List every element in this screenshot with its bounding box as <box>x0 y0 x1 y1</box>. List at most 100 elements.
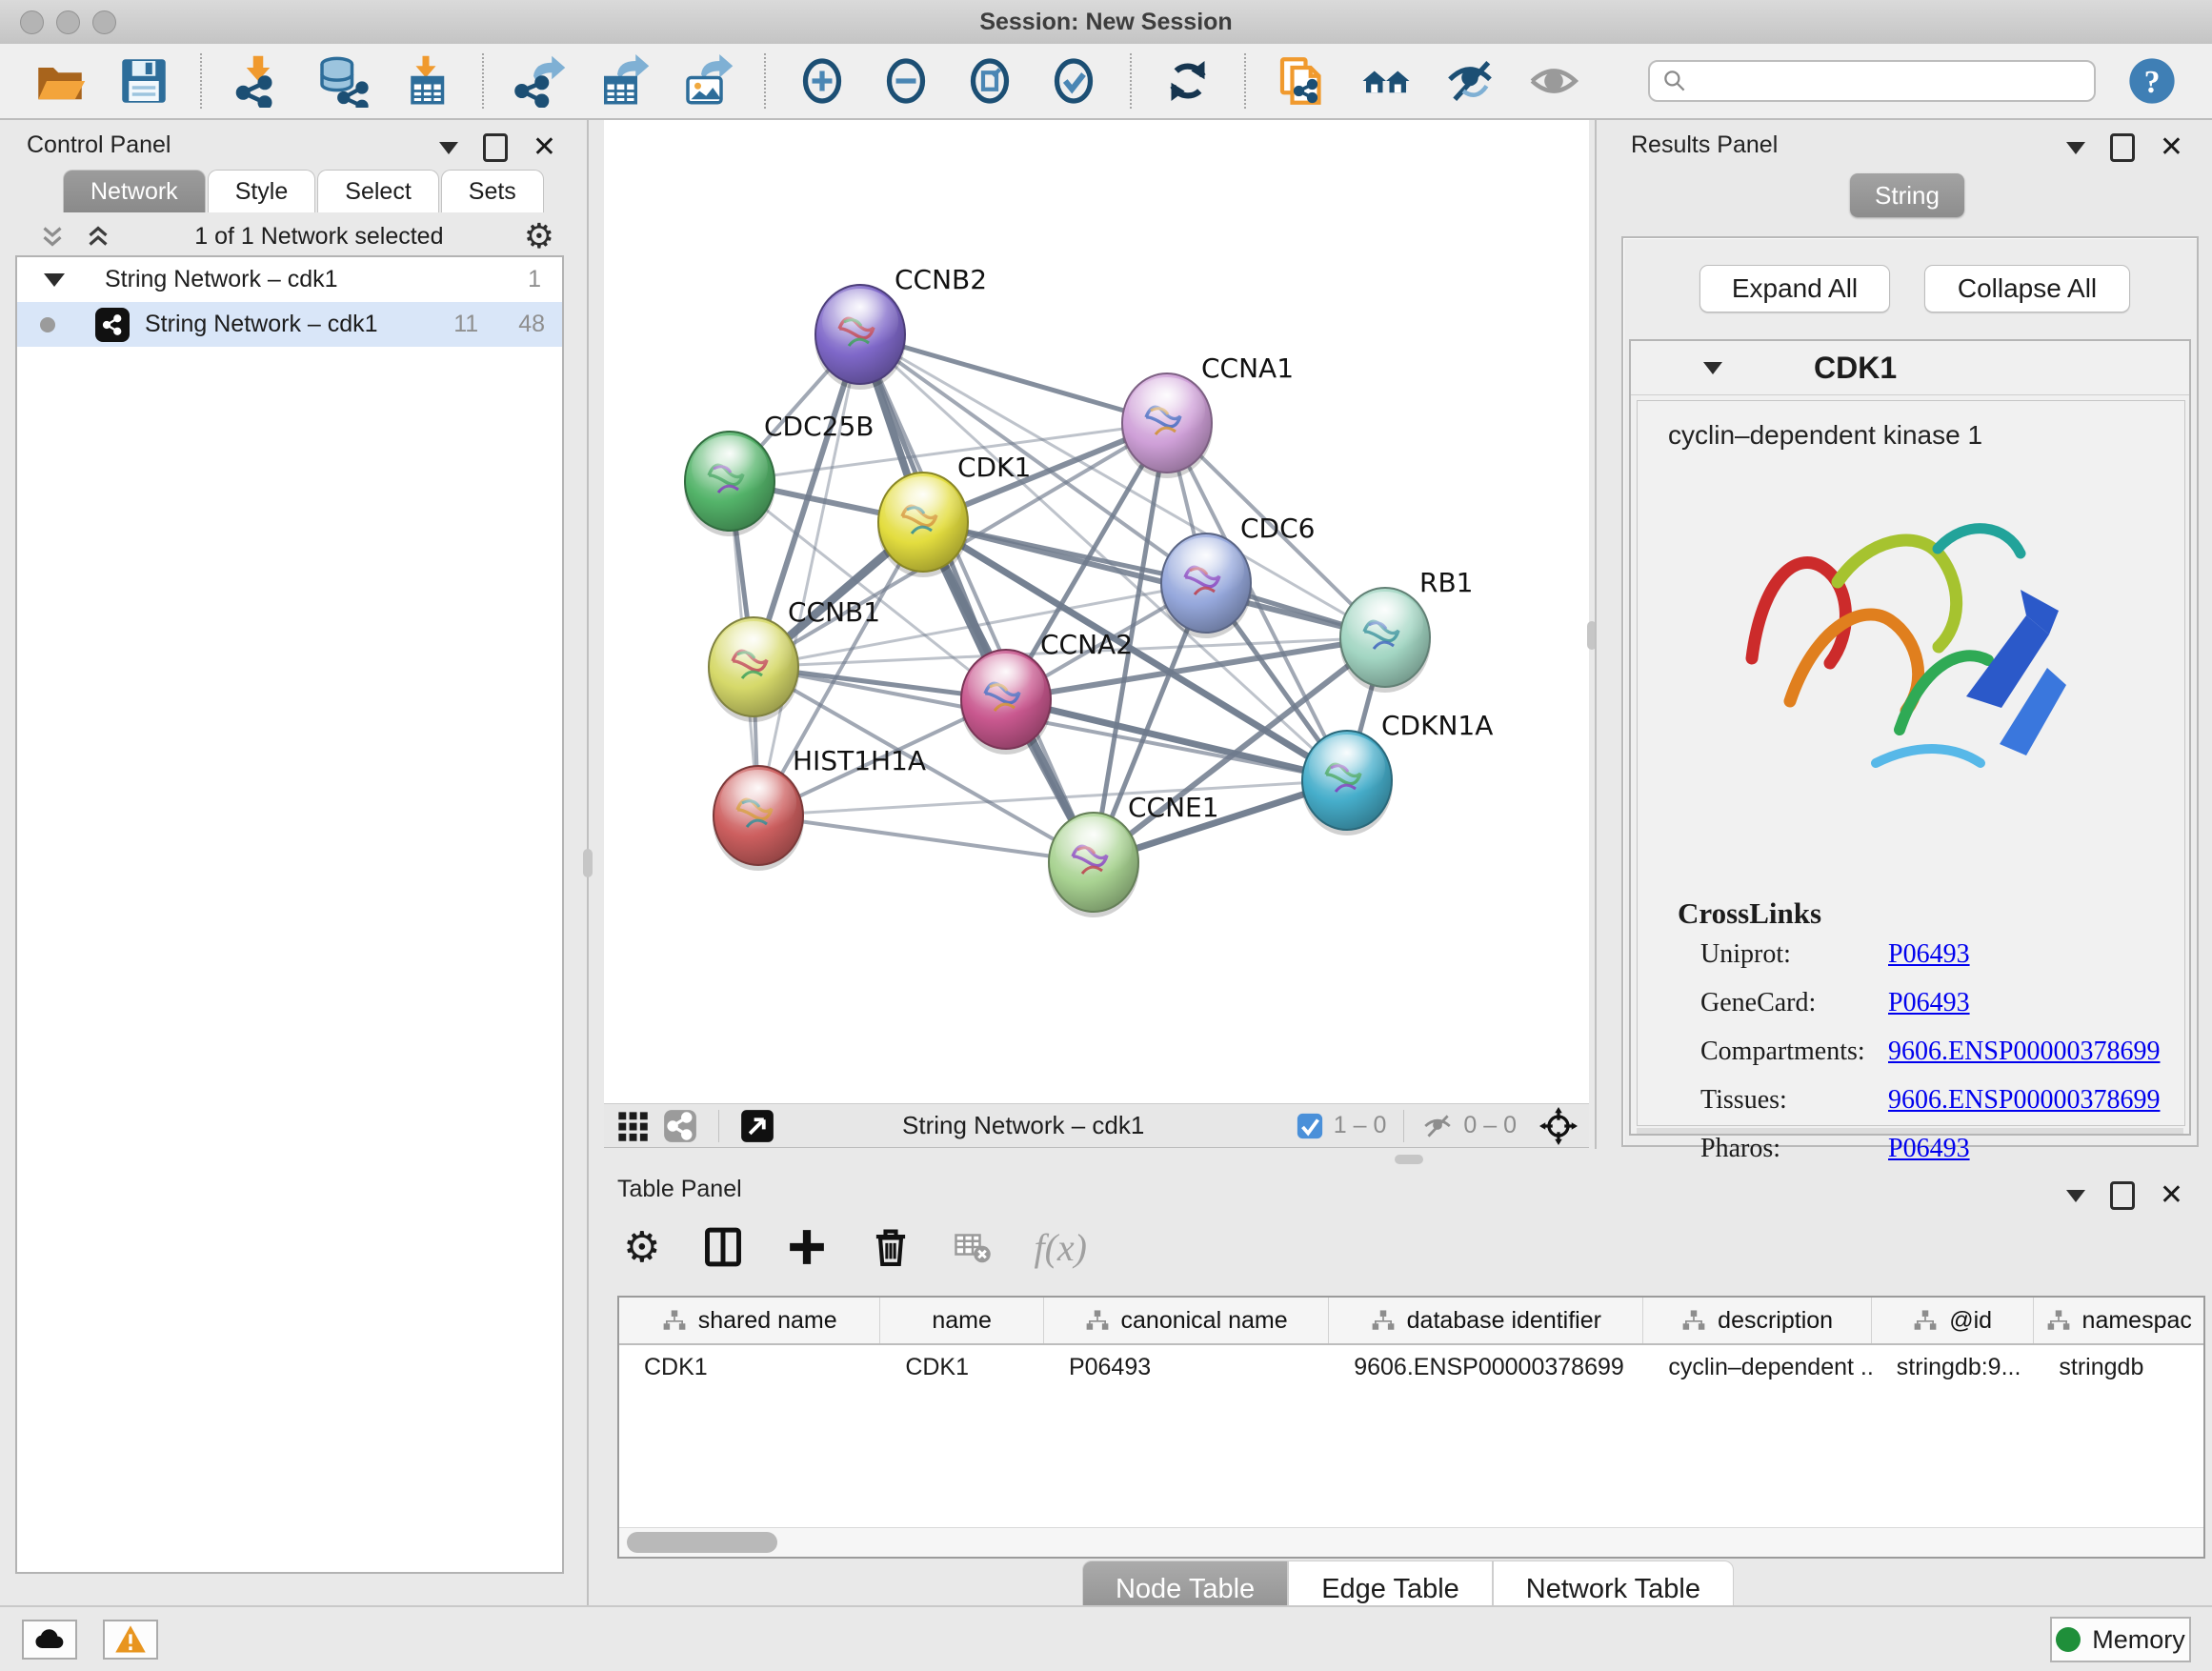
table-horizontal-scrollbar[interactable] <box>619 1527 2203 1557</box>
network-collection-row[interactable]: String Network – cdk1 1 <box>17 257 562 302</box>
crosslink-link[interactable]: P06493 <box>1888 988 1970 1017</box>
expand-all-button[interactable]: Expand All <box>1699 265 1890 312</box>
pan-crosshair-icon[interactable] <box>1539 1107 1578 1145</box>
import-network-file-icon[interactable] <box>231 53 286 109</box>
network-node-CCNB2[interactable] <box>814 285 906 390</box>
column-header[interactable]: @id <box>1872 1298 2035 1343</box>
close-panel-icon[interactable]: ✕ <box>533 136 556 159</box>
network-badge-icon[interactable] <box>663 1109 697 1143</box>
birds-eye-view-icon[interactable] <box>740 1109 774 1143</box>
tab-select[interactable]: Select <box>317 170 438 212</box>
cell-shared-name[interactable]: CDK1 <box>619 1345 880 1389</box>
network-options-gear-icon[interactable]: ⚙ <box>524 216 554 256</box>
toolbar-separator <box>1244 53 1246 109</box>
table-row[interactable]: CDK1 CDK1 P06493 9606.ENSP00000378699 cy… <box>619 1345 2203 1389</box>
column-header[interactable]: description <box>1643 1298 1871 1343</box>
export-network-icon[interactable] <box>513 53 568 109</box>
expand-all-icon[interactable] <box>82 220 114 252</box>
column-header[interactable]: shared name <box>619 1298 880 1343</box>
add-column-icon[interactable] <box>786 1226 828 1268</box>
zoom-out-icon[interactable] <box>878 53 934 109</box>
crosslink-link[interactable]: P06493 <box>1888 939 1970 969</box>
network-node-CCNA2[interactable] <box>960 650 1052 755</box>
export-table-icon[interactable] <box>596 53 652 109</box>
zoom-in-icon[interactable] <box>794 53 850 109</box>
tab-sets[interactable]: Sets <box>441 170 544 212</box>
crosslink-link[interactable]: P06493 <box>1888 1134 1970 1163</box>
show-all-icon[interactable] <box>1526 53 1581 109</box>
float-panel-icon[interactable] <box>2110 1181 2135 1210</box>
float-panel-icon[interactable] <box>2110 133 2135 162</box>
delete-table-icon[interactable] <box>954 1228 992 1266</box>
tab-style[interactable]: Style <box>208 170 316 212</box>
clone-network-icon[interactable] <box>1275 53 1330 109</box>
cell-name[interactable]: CDK1 <box>880 1345 1044 1389</box>
hidden-eye-icon[interactable] <box>1421 1110 1454 1142</box>
network-node-HIST1H1A[interactable] <box>713 766 804 871</box>
import-table-icon[interactable] <box>398 53 453 109</box>
hide-selection-icon[interactable] <box>1442 53 1498 109</box>
column-header[interactable]: name <box>880 1298 1044 1343</box>
collection-expander-icon[interactable] <box>44 273 65 287</box>
collapse-all-button[interactable]: Collapse All <box>1924 265 2130 312</box>
column-header[interactable]: namespac <box>2034 1298 2203 1343</box>
panel-menu-icon[interactable] <box>2066 1190 2085 1202</box>
table-panel: Table Panel ✕ ⚙ f(x) shared name name <box>604 1174 2212 1605</box>
selection-status: 1 of 1 Network selected <box>114 223 524 251</box>
panel-menu-icon[interactable] <box>439 142 458 154</box>
selected-checkbox-icon[interactable] <box>1296 1112 1324 1140</box>
cloud-status-button[interactable] <box>22 1620 77 1660</box>
show-columns-icon[interactable] <box>702 1226 744 1268</box>
tab-network[interactable]: Network <box>63 170 206 212</box>
memory-button[interactable]: Memory <box>2050 1617 2191 1662</box>
cdk1-card-header[interactable]: CDK1 <box>1631 341 2189 395</box>
delete-column-icon[interactable] <box>870 1226 912 1268</box>
cytoscape-window: Session: New Session <box>0 0 2212 1671</box>
column-header[interactable]: canonical name <box>1044 1298 1329 1343</box>
grid-view-icon[interactable] <box>615 1109 650 1143</box>
warnings-button[interactable] <box>103 1620 158 1660</box>
import-network-database-icon[interactable] <box>314 53 370 109</box>
network-node-CCNB1[interactable] <box>708 617 799 722</box>
export-image-icon[interactable] <box>680 53 735 109</box>
cell-namespace[interactable]: stringdb <box>2034 1345 2203 1389</box>
collapse-all-icon[interactable] <box>36 220 69 252</box>
apply-layout-icon[interactable] <box>1160 53 1216 109</box>
network-node-CCNA1[interactable] <box>1121 373 1213 478</box>
network-canvas[interactable]: CCNB2CCNA1CDC25BCDK1CDC6RB1CCNB1CCNA2CDK… <box>604 120 1589 1103</box>
help-icon[interactable]: ? <box>2124 53 2180 109</box>
zoom-selected-icon[interactable] <box>1046 53 1101 109</box>
search-input[interactable] <box>1696 67 2094 95</box>
network-node-CDK1[interactable] <box>877 473 969 577</box>
network-node-CCNE1[interactable] <box>1048 813 1139 917</box>
float-panel-icon[interactable] <box>483 133 508 162</box>
cell-description[interactable]: cyclin–dependent ... <box>1643 1345 1871 1389</box>
scrollbar-thumb[interactable] <box>627 1532 777 1553</box>
table-options-gear-icon[interactable]: ⚙ <box>623 1223 660 1272</box>
zoom-fit-icon[interactable] <box>962 53 1017 109</box>
close-panel-icon[interactable]: ✕ <box>2160 1184 2183 1207</box>
function-builder-icon[interactable]: f(x) <box>1034 1225 1087 1270</box>
open-session-icon[interactable] <box>32 53 88 109</box>
node-label-RB1: RB1 <box>1419 567 1473 598</box>
network-node-CDC6[interactable] <box>1160 534 1252 638</box>
left-splitter-handle[interactable] <box>583 849 593 877</box>
close-panel-icon[interactable]: ✕ <box>2160 136 2183 159</box>
network-node-CDKN1A[interactable] <box>1301 731 1393 836</box>
network-row[interactable]: String Network – cdk1 11 48 <box>17 302 562 347</box>
panel-menu-icon[interactable] <box>2066 142 2085 154</box>
save-session-icon[interactable] <box>116 53 171 109</box>
column-header[interactable]: database identifier <box>1329 1298 1643 1343</box>
network-node-CDC25B[interactable] <box>684 432 775 536</box>
network-node-RB1[interactable] <box>1339 588 1431 693</box>
cell-canonical-name[interactable]: P06493 <box>1044 1345 1329 1389</box>
results-scrollbar[interactable] <box>1637 1128 2183 1134</box>
cell-id[interactable]: stringdb:9... <box>1872 1345 2035 1389</box>
collapse-entry-icon[interactable] <box>1703 362 1722 374</box>
crosslink-link[interactable]: 9606.ENSP00000378699 <box>1888 1037 2160 1066</box>
cell-database-identifier[interactable]: 9606.ENSP00000378699 <box>1329 1345 1643 1389</box>
string-results-tab[interactable]: String <box>1850 173 1964 217</box>
bottom-splitter-handle[interactable] <box>1395 1155 1423 1164</box>
first-neighbors-icon[interactable] <box>1358 53 1414 109</box>
crosslink-link[interactable]: 9606.ENSP00000378699 <box>1888 1085 2160 1115</box>
